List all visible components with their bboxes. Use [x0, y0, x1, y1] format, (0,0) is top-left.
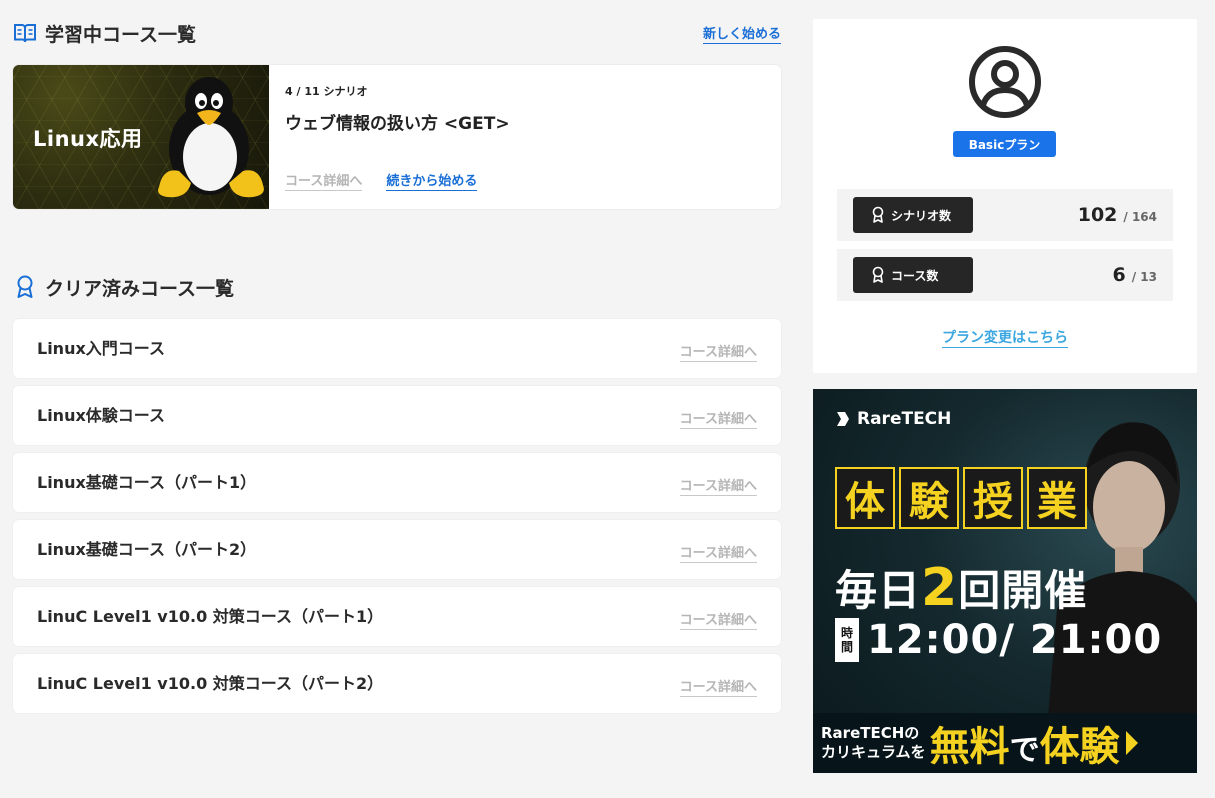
class-times: 時 間 12:00/ 21:00 [835, 617, 1162, 663]
current-course-card[interactable]: Linux応用 4 / 11 シナリオ ウェブ情報の扱い方 <GET> コース詳… [13, 65, 781, 209]
course-row[interactable]: Linux入門コース コース詳細へ [13, 319, 781, 378]
current-course-title: ウェブ情報の扱い方 <GET> [285, 114, 510, 134]
stat-value: 102 / 164 [1078, 204, 1157, 226]
cta-big-text: 無料で体験 [930, 714, 1120, 772]
cleared-section-header: クリア済みコース一覧 [13, 272, 781, 302]
course-thumbnail[interactable]: Linux応用 [13, 65, 269, 209]
class-times-text: 12:00/ 21:00 [867, 617, 1163, 663]
course-row[interactable]: Linux基礎コース（パート2） コース詳細へ [13, 520, 781, 579]
stat-label-text: シナリオ数 [891, 208, 952, 223]
award-ribbon-icon [17, 275, 33, 298]
scenario-count-stat: シナリオ数 102 / 164 [837, 189, 1173, 241]
award-ribbon-icon [872, 266, 884, 283]
heading-char-box: 業 [1027, 467, 1087, 529]
course-name: Linux基礎コース（パート1） [37, 473, 257, 492]
course-detail-link[interactable]: コース詳細へ [679, 408, 757, 429]
user-avatar-icon [969, 46, 1041, 118]
course-row[interactable]: LinuC Level1 v10.0 対策コース（パート2） コース詳細へ [13, 654, 781, 713]
stat-label: シナリオ数 [853, 197, 973, 233]
trial-class-heading: 体 験 授 業 [835, 467, 1087, 529]
profile-panel: Basicプラン シナリオ数 102 / 164 コース数 6 / 13 プラン… [813, 19, 1197, 373]
cta-line-2: カリキュラムを [821, 743, 926, 761]
course-count-stat: コース数 6 / 13 [837, 249, 1173, 301]
course-detail-link[interactable]: コース詳細へ [285, 170, 363, 191]
stat-total: / 164 [1123, 210, 1157, 224]
course-name: Linux入門コース [37, 339, 165, 358]
stat-label: コース数 [853, 257, 973, 293]
open-book-icon [14, 24, 36, 43]
stat-value: 6 / 13 [1113, 264, 1158, 286]
cleared-section-title: クリア済みコース一覧 [45, 277, 235, 300]
current-course-actions: コース詳細へ 続きから始める [285, 170, 478, 191]
start-new-link[interactable]: 新しく始める [702, 23, 781, 44]
time-tag-char: 時 [840, 625, 853, 640]
raretech-logo-icon [837, 412, 849, 426]
banner-cta-bar: RareTECHの カリキュラムを 無料で体験 [813, 713, 1197, 773]
course-row[interactable]: Linux基礎コース（パート1） コース詳細へ [13, 453, 781, 512]
stat-total: / 13 [1131, 270, 1157, 284]
banner-brand: RareTECH [835, 409, 951, 429]
scenario-progress: 4 / 11 シナリオ [285, 85, 368, 98]
learning-section-title: 学習中コース一覧 [45, 23, 197, 46]
course-detail-link[interactable]: コース詳細へ [679, 341, 757, 362]
stat-label-text: コース数 [891, 268, 939, 283]
cleared-course-list: Linux入門コース コース詳細へ Linux体験コース コース詳細へ Linu… [13, 319, 781, 721]
daily-number: 2 [921, 558, 959, 618]
course-detail-link[interactable]: コース詳細へ [679, 475, 757, 496]
course-name: LinuC Level1 v10.0 対策コース（パート2） [37, 674, 384, 693]
time-tag-char: 間 [840, 640, 853, 654]
daily-post: 回開催 [958, 566, 1088, 615]
daily-pre: 毎日 [835, 566, 922, 615]
course-name: LinuC Level1 v10.0 対策コース（パート1） [37, 607, 384, 626]
banner-brand-text: RareTECH [857, 409, 952, 429]
cleared-title-wrap: クリア済みコース一覧 [13, 274, 234, 301]
plan-change-link[interactable]: プラン変更はこちら [942, 330, 1068, 348]
cta-free: 無料 [929, 724, 1010, 770]
daily-schedule-text: 毎日2回開催 [835, 557, 1087, 618]
current-course-info: 4 / 11 シナリオ ウェブ情報の扱い方 <GET> コース詳細へ 続きから始… [269, 65, 781, 209]
course-name: Linux基礎コース（パート2） [37, 540, 257, 559]
arrow-right-icon [1125, 731, 1138, 755]
tux-penguin-icon [158, 77, 264, 198]
course-detail-link[interactable]: コース詳細へ [679, 676, 757, 697]
course-detail-link[interactable]: コース詳細へ [679, 609, 757, 630]
course-name: Linux体験コース [37, 406, 165, 425]
cta-small-text: RareTECHの カリキュラムを [821, 724, 926, 762]
cta-trial: 体験 [1039, 724, 1120, 770]
trial-class-ad-banner[interactable]: RareTECH 体 験 授 業 毎日2回開催 時 間 12:00/ 21:00… [813, 389, 1197, 773]
plan-change-wrap: プラン変更はこちら [813, 327, 1197, 348]
heading-char-box: 験 [899, 467, 959, 529]
stat-number: 6 [1112, 264, 1126, 286]
learning-title-wrap: 学習中コース一覧 [13, 20, 196, 47]
course-row[interactable]: Linux体験コース コース詳細へ [13, 386, 781, 445]
stat-number: 102 [1077, 204, 1118, 226]
thumbnail-label: Linux応用 [33, 127, 143, 151]
cta-de: で [1009, 733, 1040, 768]
continue-link[interactable]: 続きから始める [386, 170, 478, 191]
course-row[interactable]: LinuC Level1 v10.0 対策コース（パート1） コース詳細へ [13, 587, 781, 646]
heading-char-box: 授 [963, 467, 1023, 529]
plan-badge: Basicプラン [953, 131, 1056, 157]
avatar [968, 45, 1042, 123]
cta-line-1: RareTECHの [821, 724, 920, 743]
course-detail-link[interactable]: コース詳細へ [679, 542, 757, 563]
heading-char-box: 体 [835, 467, 895, 529]
learning-section-header: 学習中コース一覧 新しく始める [13, 18, 781, 48]
award-ribbon-icon [872, 206, 884, 223]
time-tag: 時 間 [835, 618, 859, 662]
